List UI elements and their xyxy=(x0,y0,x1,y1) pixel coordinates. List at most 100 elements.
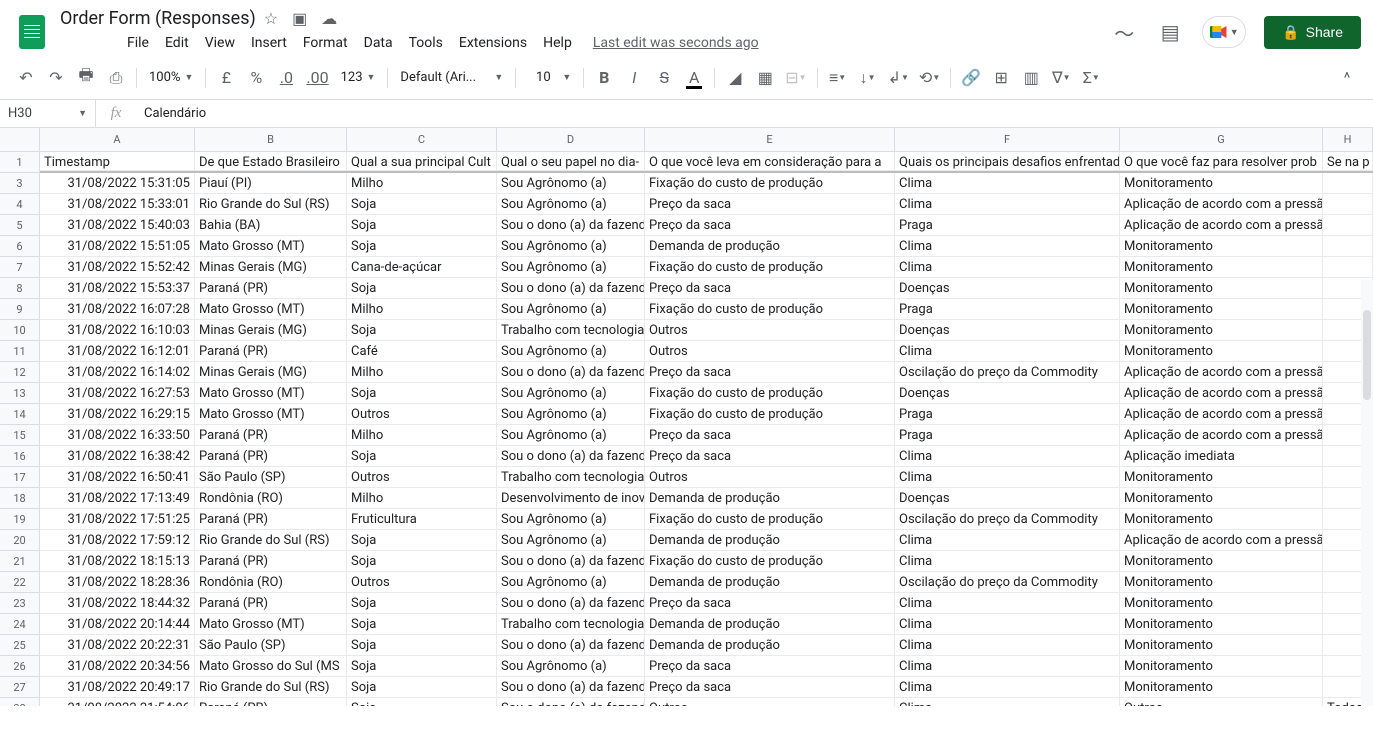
cell[interactable]: Trabalho com tecnologia xyxy=(497,320,645,341)
cell[interactable]: 31/08/2022 17:13:49 xyxy=(40,488,195,509)
cell[interactable]: Paraná (PR) xyxy=(195,509,347,530)
currency-button[interactable]: £ xyxy=(212,64,240,92)
cell[interactable]: Demanda de produção xyxy=(645,530,895,551)
cell[interactable]: Sou Agrônomo (a) xyxy=(497,425,645,446)
cell[interactable]: Sou o dono (a) da fazend xyxy=(497,215,645,236)
comments-icon[interactable]: ▤ xyxy=(1156,18,1184,46)
cell[interactable]: Sou Agrônomo (a) xyxy=(497,656,645,677)
column-header-D[interactable]: D xyxy=(497,128,645,152)
cell[interactable]: Monitoramento xyxy=(1120,635,1323,656)
cell[interactable]: Soja xyxy=(347,614,497,635)
column-header-H[interactable]: H xyxy=(1323,128,1373,152)
cell[interactable]: Doenças xyxy=(895,488,1120,509)
cell[interactable]: Monitoramento xyxy=(1120,572,1323,593)
vertical-scrollbar[interactable] xyxy=(1361,280,1373,706)
cell[interactable]: Milho xyxy=(347,173,497,194)
cell[interactable]: Milho xyxy=(347,299,497,320)
row-header-19[interactable]: 19 xyxy=(0,509,40,530)
star-icon[interactable]: ☆ xyxy=(264,9,278,28)
valign-button[interactable]: ↓▼ xyxy=(854,64,882,92)
cell[interactable]: Fixação do custo de produção xyxy=(645,257,895,278)
cell[interactable]: Piauí (PI) xyxy=(195,173,347,194)
cell[interactable]: Paraná (PR) xyxy=(195,698,347,706)
cell[interactable]: Outros xyxy=(645,698,895,706)
cell[interactable]: Aplicação de acordo com a pressão da pr xyxy=(1120,425,1323,446)
row-header-25[interactable]: 25 xyxy=(0,635,40,656)
cell[interactable]: Clima xyxy=(895,656,1120,677)
cell[interactable]: Timestamp xyxy=(40,152,195,171)
share-button[interactable]: 🔒 Share xyxy=(1264,16,1361,49)
cell[interactable]: 31/08/2022 15:52:42 xyxy=(40,257,195,278)
cell[interactable]: Quais os principais desafios enfrentad xyxy=(895,152,1120,171)
cell[interactable]: Aplicação de acordo com a pressão da pr xyxy=(1120,383,1323,404)
cell[interactable]: Soja xyxy=(347,215,497,236)
cell[interactable]: Sou Agrônomo (a) xyxy=(497,173,645,194)
row-header-1[interactable]: 1 xyxy=(0,152,40,173)
cell[interactable]: Aplicação de acordo com a pressão da pr xyxy=(1120,362,1323,383)
cell[interactable]: O que você leva em consideração para a xyxy=(645,152,895,171)
row-header-3[interactable]: 3 xyxy=(0,173,40,194)
cell[interactable]: Qual o seu papel no dia- xyxy=(497,152,645,171)
cell[interactable]: Fixação do custo de produção xyxy=(645,404,895,425)
row-header-17[interactable]: 17 xyxy=(0,467,40,488)
comment-button[interactable]: ⊞ xyxy=(987,64,1015,92)
cell[interactable]: Doenças xyxy=(895,320,1120,341)
cell[interactable]: Preço da saca xyxy=(645,593,895,614)
menu-insert[interactable]: Insert xyxy=(244,31,294,55)
cell[interactable] xyxy=(1323,194,1373,215)
menu-format[interactable]: Format xyxy=(296,31,355,55)
cell[interactable]: Qual a sua principal Cult xyxy=(347,152,497,171)
cell[interactable]: Soja xyxy=(347,194,497,215)
cell[interactable]: Paraná (PR) xyxy=(195,425,347,446)
cell[interactable]: Preço da saca xyxy=(645,446,895,467)
cell[interactable]: Preço da saca xyxy=(645,215,895,236)
row-header-16[interactable]: 16 xyxy=(0,446,40,467)
cell[interactable]: Preço da saca xyxy=(645,425,895,446)
cell[interactable]: Sou o dono (a) da fazend xyxy=(497,551,645,572)
cell[interactable]: Outros xyxy=(347,572,497,593)
cell[interactable]: Sou o dono (a) da fazend xyxy=(497,635,645,656)
cell[interactable]: Trabalho com tecnologia xyxy=(497,467,645,488)
cell[interactable]: Mato Grosso (MT) xyxy=(195,614,347,635)
cell[interactable]: Minas Gerais (MG) xyxy=(195,257,347,278)
undo-button[interactable]: ↶ xyxy=(12,64,40,92)
cell[interactable]: Sou Agrônomo (a) xyxy=(497,404,645,425)
cell[interactable]: 31/08/2022 15:51:05 xyxy=(40,236,195,257)
cell[interactable]: Clima xyxy=(895,446,1120,467)
cell[interactable]: Clima xyxy=(895,551,1120,572)
cell[interactable]: Paraná (PR) xyxy=(195,551,347,572)
cell[interactable]: 31/08/2022 20:22:31 xyxy=(40,635,195,656)
cell[interactable]: Fruticultura xyxy=(347,509,497,530)
menu-extensions[interactable]: Extensions xyxy=(452,31,534,55)
cell[interactable]: Sou Agrônomo (a) xyxy=(497,257,645,278)
row-header-14[interactable]: 14 xyxy=(0,404,40,425)
row-header-12[interactable]: 12 xyxy=(0,362,40,383)
cell[interactable]: 31/08/2022 16:27:53 xyxy=(40,383,195,404)
cell[interactable]: Sou Agrônomo (a) xyxy=(497,530,645,551)
cell[interactable]: Mato Grosso (MT) xyxy=(195,383,347,404)
cell[interactable]: Mato Grosso (MT) xyxy=(195,236,347,257)
strikethrough-button[interactable]: S xyxy=(650,64,678,92)
filter-button[interactable]: ∇▼ xyxy=(1047,64,1075,92)
cell[interactable]: Oscilação do preço da Commodity xyxy=(895,572,1120,593)
cell[interactable]: 31/08/2022 17:59:12 xyxy=(40,530,195,551)
cell[interactable]: Preço da saca xyxy=(645,656,895,677)
cell[interactable]: Rio Grande do Sul (RS) xyxy=(195,677,347,698)
link-button[interactable]: 🔗 xyxy=(957,64,985,92)
cell[interactable] xyxy=(1323,257,1373,278)
cell[interactable]: 31/08/2022 21:54:06 xyxy=(40,698,195,706)
row-header-18[interactable]: 18 xyxy=(0,488,40,509)
cell[interactable]: Oscilação do preço da Commodity xyxy=(895,509,1120,530)
cell[interactable]: Minas Gerais (MG) xyxy=(195,320,347,341)
percent-button[interactable]: % xyxy=(242,64,270,92)
cell[interactable]: Mato Grosso (MT) xyxy=(195,299,347,320)
cell[interactable]: De que Estado Brasileiro xyxy=(195,152,347,171)
cell[interactable]: 31/08/2022 18:15:13 xyxy=(40,551,195,572)
column-header-E[interactable]: E xyxy=(645,128,895,152)
cell[interactable]: Sou Agrônomo (a) xyxy=(497,299,645,320)
cell[interactable]: Sou o dono (a) da fazend xyxy=(497,593,645,614)
halign-button[interactable]: ≡▼ xyxy=(824,64,852,92)
row-header-13[interactable]: 13 xyxy=(0,383,40,404)
wrap-button[interactable]: ↲▼ xyxy=(884,64,913,92)
borders-button[interactable]: ▦ xyxy=(751,64,779,92)
